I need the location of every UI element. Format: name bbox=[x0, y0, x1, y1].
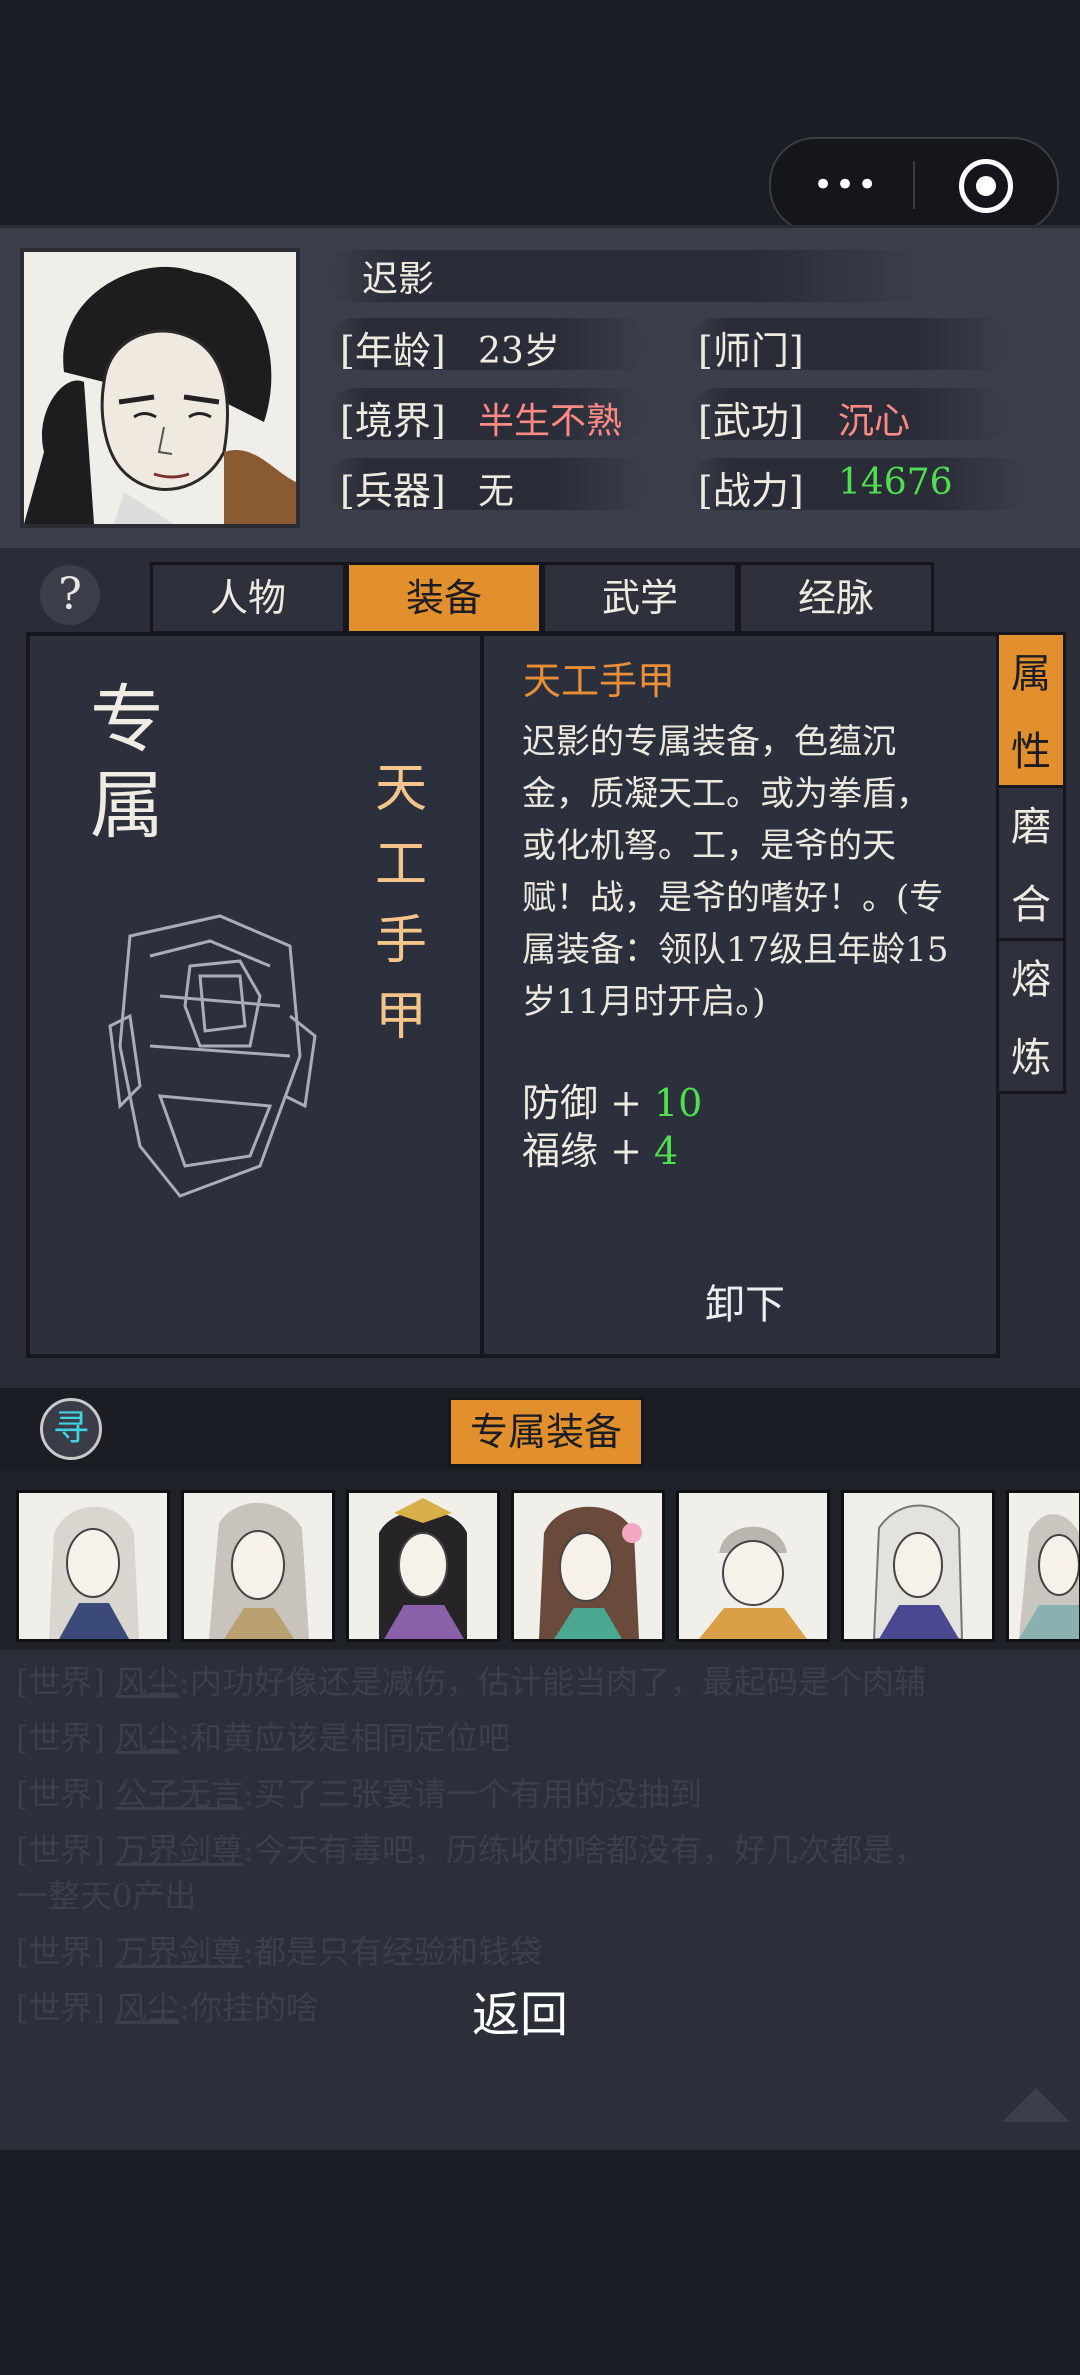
close-target-icon[interactable] bbox=[959, 159, 1013, 213]
tab-character[interactable]: 人物 bbox=[150, 562, 346, 634]
slot-label-char-2: 属 bbox=[90, 763, 164, 849]
capsule-divider bbox=[913, 161, 915, 209]
realm-label: [境界] bbox=[340, 399, 446, 443]
weapon-value: 无 bbox=[478, 471, 515, 512]
power-label: [战力] bbox=[698, 469, 804, 513]
back-button[interactable]: 返回 bbox=[320, 1980, 740, 2050]
chat-line-5: 一整天0产出 bbox=[16, 1877, 197, 1915]
side-tab-smelt-char-2: 炼 bbox=[1011, 1035, 1051, 1081]
stat-fortune-label: 福缘 + bbox=[522, 1129, 654, 1173]
vertical-name-char-3: 手 bbox=[375, 911, 428, 971]
power-value: 14676 bbox=[838, 462, 953, 503]
side-tab-refine-char-2: 合 bbox=[1011, 882, 1051, 928]
tab-equipment[interactable]: 装备 bbox=[346, 562, 542, 634]
vertical-name-char-2: 工 bbox=[375, 835, 428, 895]
equipment-preview-panel: 专 属 天 工 手 甲 bbox=[26, 632, 486, 1358]
stat-defense-label: 防御 + bbox=[522, 1081, 654, 1125]
chat-line-4: [世界] 万界剑尊:今天有毒吧，历练收的啥都没有，好几次都是， bbox=[16, 1831, 926, 1869]
side-tab-attributes-char-1: 属 bbox=[1011, 651, 1051, 697]
chat-line-6: [世界] 万界剑尊:都是只有经验和钱袋 bbox=[16, 1933, 542, 1971]
bottom-area bbox=[0, 2150, 1080, 2375]
skill-value: 沉心 bbox=[838, 401, 911, 442]
weapon-label: [兵器] bbox=[340, 469, 446, 513]
help-icon[interactable]: ? bbox=[40, 565, 100, 625]
exclusive-equipment-button[interactable]: 专属装备 bbox=[448, 1397, 644, 1467]
age-value: 23岁 bbox=[478, 331, 560, 372]
skill-label: [武功] bbox=[698, 399, 804, 443]
seek-icon[interactable]: 寻 bbox=[40, 1398, 102, 1460]
gauntlet-icon bbox=[108, 914, 317, 1198]
vertical-name-char-1: 天 bbox=[375, 759, 428, 819]
side-tab-attributes[interactable]: 属 性 bbox=[996, 632, 1066, 788]
side-tab-smelt[interactable]: 熔 炼 bbox=[996, 938, 1066, 1094]
tab-meridians[interactable]: 经脉 bbox=[738, 562, 934, 634]
realm-value: 半生不熟 bbox=[478, 401, 623, 442]
character-avatar bbox=[20, 248, 300, 528]
vertical-name-char-4: 甲 bbox=[375, 987, 428, 1047]
character-portrait-1[interactable] bbox=[16, 1490, 170, 1642]
character-name: 迟影 bbox=[362, 259, 435, 300]
stat-defense-value: 10 bbox=[654, 1081, 703, 1125]
character-portrait-7[interactable] bbox=[1006, 1490, 1080, 1642]
sect-label: [师门] bbox=[698, 329, 804, 373]
character-portrait-3[interactable] bbox=[346, 1490, 500, 1642]
side-tab-refine-char-1: 磨 bbox=[1011, 804, 1051, 850]
side-tab-refine[interactable]: 磨 合 bbox=[996, 785, 1066, 941]
equipment-name: 天工手甲 bbox=[523, 659, 676, 703]
chat-line-2: [世界] 风尘:和黄应该是相同定位吧 bbox=[16, 1719, 510, 1757]
stat-defense: 防御 + 10 bbox=[522, 1072, 702, 1127]
chat-line-1: [世界] 风尘:内功好像还是减伤，估计能当肉了，最起码是个肉辅 bbox=[16, 1663, 926, 1701]
side-tab-smelt-char-1: 熔 bbox=[1011, 957, 1051, 1003]
character-portrait-5[interactable] bbox=[676, 1490, 830, 1642]
stat-fortune: 福缘 + 4 bbox=[522, 1120, 678, 1175]
equipment-description: 迟影的专属装备，色蕴沉金，质凝天工。或为拳盾，或化机弩。工，是爷的天赋！战，是爷… bbox=[522, 722, 949, 1022]
stat-fortune-value: 4 bbox=[654, 1129, 679, 1173]
unequip-button[interactable]: 卸下 bbox=[625, 1275, 885, 1335]
tab-martial-arts[interactable]: 武学 bbox=[542, 562, 738, 634]
mini-program-capsule: ••• bbox=[769, 137, 1059, 233]
chat-line-3: [世界] 公子无言:买了三张宴请一个有用的没抽到 bbox=[16, 1775, 702, 1813]
age-label: [年龄] bbox=[340, 329, 446, 373]
side-tab-attributes-char-2: 性 bbox=[1011, 729, 1051, 775]
chevron-up-icon[interactable] bbox=[1002, 2088, 1070, 2122]
more-options-icon[interactable]: ••• bbox=[813, 165, 879, 205]
character-portrait-2[interactable] bbox=[181, 1490, 335, 1642]
character-portrait-4[interactable] bbox=[511, 1490, 665, 1642]
character-portrait-6[interactable] bbox=[841, 1490, 995, 1642]
character-header: 迟影 [年龄] 23岁 [师门] [境界] 半生不熟 [武功] 沉心 [兵器] … bbox=[0, 225, 1080, 551]
